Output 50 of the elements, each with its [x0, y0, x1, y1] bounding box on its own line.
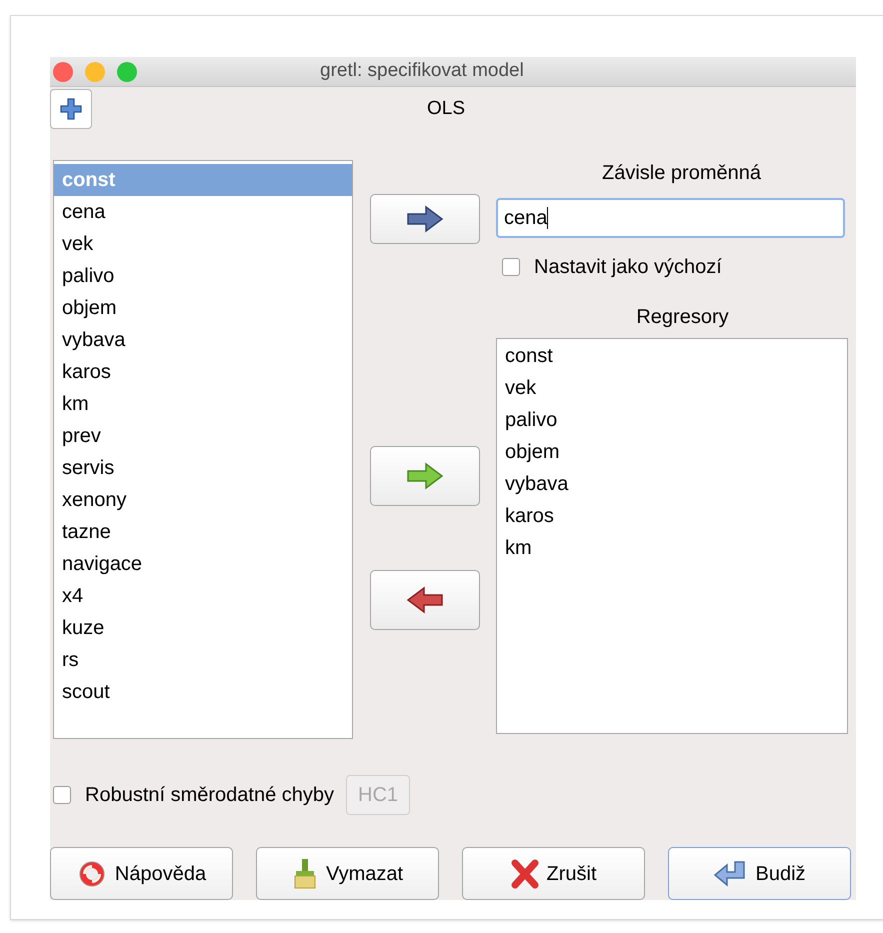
zoom-icon[interactable] — [117, 62, 137, 82]
variable-item[interactable]: cena — [54, 196, 352, 228]
add-regressor-button[interactable] — [370, 446, 480, 506]
variable-item[interactable]: vybava — [54, 324, 352, 356]
variable-item[interactable]: km — [54, 388, 352, 420]
variable-item[interactable]: x4 — [54, 580, 352, 612]
regressor-item[interactable]: vybava — [497, 468, 847, 500]
regressors-label: Regresory — [636, 305, 729, 330]
return-arrow-icon — [713, 860, 748, 888]
dependent-label: Závisle proměnná — [602, 161, 761, 186]
model-label: OLS — [427, 96, 466, 121]
variable-item[interactable]: rs — [54, 644, 352, 676]
dependent-field[interactable]: cena — [496, 198, 845, 238]
arrow-right-icon — [406, 462, 444, 490]
variable-item[interactable]: vek — [54, 228, 352, 260]
variable-item[interactable]: palivo — [54, 260, 352, 292]
regressor-item[interactable]: vek — [497, 372, 847, 404]
variable-item[interactable]: navigace — [54, 548, 352, 580]
regressor-item[interactable]: palivo — [497, 404, 847, 436]
variable-item[interactable]: scout — [54, 676, 352, 708]
variable-item[interactable]: xenony — [54, 484, 352, 516]
dialog-button[interactable]: Nápověda — [50, 847, 233, 900]
checkbox-label: Robustní směrodatné chyby — [85, 783, 334, 808]
arrow-left-icon — [406, 586, 444, 614]
regressor-item[interactable]: const — [497, 340, 847, 372]
lifebuoy-icon — [76, 858, 107, 888]
checkbox[interactable] — [53, 786, 71, 804]
close-icon[interactable] — [53, 62, 73, 82]
variable-item[interactable]: prev — [54, 420, 352, 452]
variable-item[interactable]: objem — [54, 292, 352, 324]
arrow-right-icon — [406, 205, 444, 233]
checkbox-label: Nastavit jako výchozí — [534, 255, 722, 280]
dialog-button[interactable]: Zrušit — [462, 847, 645, 900]
variable-item[interactable]: karos — [54, 356, 352, 388]
brush-icon — [292, 858, 318, 890]
add-button[interactable] — [50, 89, 92, 129]
dialog-button[interactable]: Budiž — [668, 847, 851, 900]
cross-icon — [510, 858, 538, 888]
regressor-item[interactable]: karos — [497, 500, 847, 532]
variable-item[interactable]: tazne — [54, 516, 352, 548]
checkbox[interactable] — [502, 258, 520, 276]
regressor-item[interactable]: objem — [497, 436, 847, 468]
dialog-button[interactable]: Vymazat — [256, 847, 439, 900]
plus-icon — [59, 97, 83, 121]
variable-item[interactable]: servis — [54, 452, 352, 484]
remove-regressor-button[interactable] — [370, 570, 480, 630]
window-title: gretl: specifikovat model — [320, 59, 524, 84]
variable-item[interactable]: kuze — [54, 612, 352, 644]
regressor-item[interactable]: km — [497, 532, 847, 564]
add-dependent-button[interactable] — [370, 194, 480, 244]
